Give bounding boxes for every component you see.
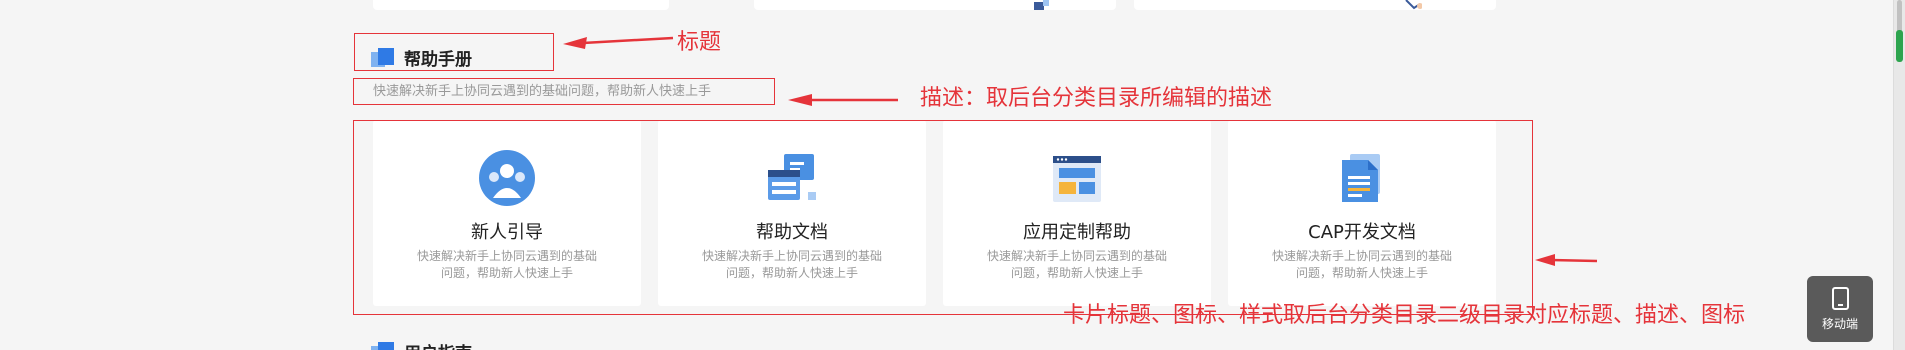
annotation-arrow-cards <box>1535 254 1598 266</box>
mobile-button-label: 移动端 <box>1821 317 1858 331</box>
top-card-2[interactable] <box>754 0 1116 10</box>
mobile-version-button[interactable]: 移动端 <box>1807 276 1873 342</box>
page-scrollbar[interactable] <box>1893 0 1905 350</box>
tablet-icon <box>1831 287 1849 310</box>
title-annotation-text: 标题 <box>677 30 722 55</box>
scroll-indicator <box>1896 30 1903 62</box>
cards-annotation-box <box>353 120 1533 315</box>
annotation-arrow-title <box>563 36 674 49</box>
next-section-title-text: 用户指南 <box>404 339 472 350</box>
top-card-3[interactable] <box>1134 0 1496 10</box>
title-annotation-box <box>354 33 554 71</box>
top-card-1[interactable] <box>373 0 669 10</box>
illustration-icon <box>1405 0 1422 10</box>
description-annotation-box <box>353 78 775 105</box>
description-annotation-text: 描述：取后台分类目录所编辑的描述 <box>920 86 1273 111</box>
book-icon <box>371 341 394 350</box>
illustration-icon <box>1034 0 1049 10</box>
annotation-arrow-description <box>788 94 898 106</box>
cards-annotation-text: 卡片标题、图标、样式取后台分类目录二级目录对应标题、描述、图标 <box>1063 303 1746 328</box>
next-section-title: 用户指南 <box>370 339 472 350</box>
